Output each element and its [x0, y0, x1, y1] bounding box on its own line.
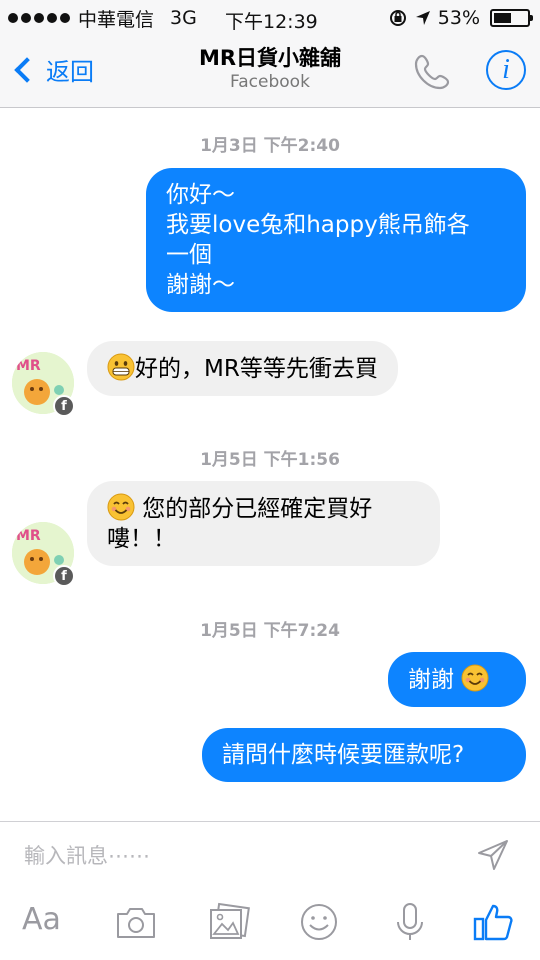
status-time: 下午12:39: [225, 11, 318, 33]
message-input[interactable]: [24, 838, 464, 874]
message-composer: Aa: [0, 821, 540, 960]
message-timestamp: 1月3日 下午2:40: [200, 136, 340, 156]
svg-text:MR: MR: [16, 528, 41, 544]
incoming-message-bubble[interactable]: 好的，MR等等先衝去買: [87, 341, 398, 396]
signal-strength-icon: [8, 13, 70, 23]
facebook-badge-icon: f: [53, 565, 75, 587]
grinning-face-emoji-icon: [107, 353, 135, 381]
phone-call-icon[interactable]: [410, 50, 454, 94]
status-bar: 中華電信 3G 下午12:39 53%: [0, 0, 540, 36]
message-text: 請問什麼時候要匯款呢?: [222, 742, 465, 768]
microphone-icon[interactable]: [388, 902, 432, 942]
rotation-lock-icon: [389, 10, 406, 26]
smiling-face-emoji-icon: [107, 493, 135, 521]
message-line: 你好～: [166, 182, 235, 208]
smiling-face-emoji-icon: [461, 664, 489, 692]
message-text: 好的，MR等等先衝去買: [135, 356, 378, 382]
network-type: 3G: [170, 7, 197, 29]
message-line: 一個: [166, 242, 212, 268]
message-text: 謝謝: [408, 667, 462, 693]
message-line: 謝謝～: [166, 272, 235, 298]
svg-text:MR: MR: [16, 358, 41, 374]
location-arrow-icon: [415, 11, 430, 25]
photo-icon[interactable]: [207, 902, 251, 942]
outgoing-message-bubble[interactable]: 請問什麼時候要匯款呢?: [202, 728, 526, 782]
outgoing-message-bubble[interactable]: 你好～ 我要love兔和happy熊吊飾各 一個 謝謝～: [146, 168, 526, 312]
battery-percentage: 53%: [437, 7, 480, 29]
message-line: 嘍！！: [107, 526, 176, 552]
like-icon[interactable]: [472, 902, 516, 942]
text-format-button[interactable]: Aa: [22, 902, 61, 937]
outgoing-message-bubble[interactable]: 謝謝: [388, 652, 526, 707]
incoming-message-bubble[interactable]: 您的部分已經確定買好 嘍！！: [87, 481, 440, 566]
message-timestamp: 1月5日 下午1:56: [200, 450, 340, 470]
message-thread[interactable]: 1月3日 下午2:40 你好～ 我要love兔和happy熊吊飾各 一個 謝謝～…: [0, 109, 540, 821]
camera-icon[interactable]: [114, 902, 158, 942]
emoji-icon[interactable]: [297, 902, 341, 942]
conversation-title: MR日貨小雜舖: [198, 46, 342, 70]
message-line: 我要love兔和happy熊吊飾各: [166, 212, 470, 238]
conversation-subtitle: Facebook: [230, 72, 310, 92]
carrier-name: 中華電信: [78, 8, 155, 31]
message-line: 您的部分已經確定買好: [135, 496, 373, 522]
battery-icon: [490, 9, 533, 27]
facebook-badge-icon: f: [53, 395, 75, 417]
navigation-bar: 返回 MR日貨小雜舖 Facebook i: [0, 36, 540, 108]
send-icon[interactable]: [476, 838, 510, 872]
info-icon[interactable]: i: [486, 50, 526, 90]
message-timestamp: 1月5日 下午7:24: [200, 621, 340, 641]
